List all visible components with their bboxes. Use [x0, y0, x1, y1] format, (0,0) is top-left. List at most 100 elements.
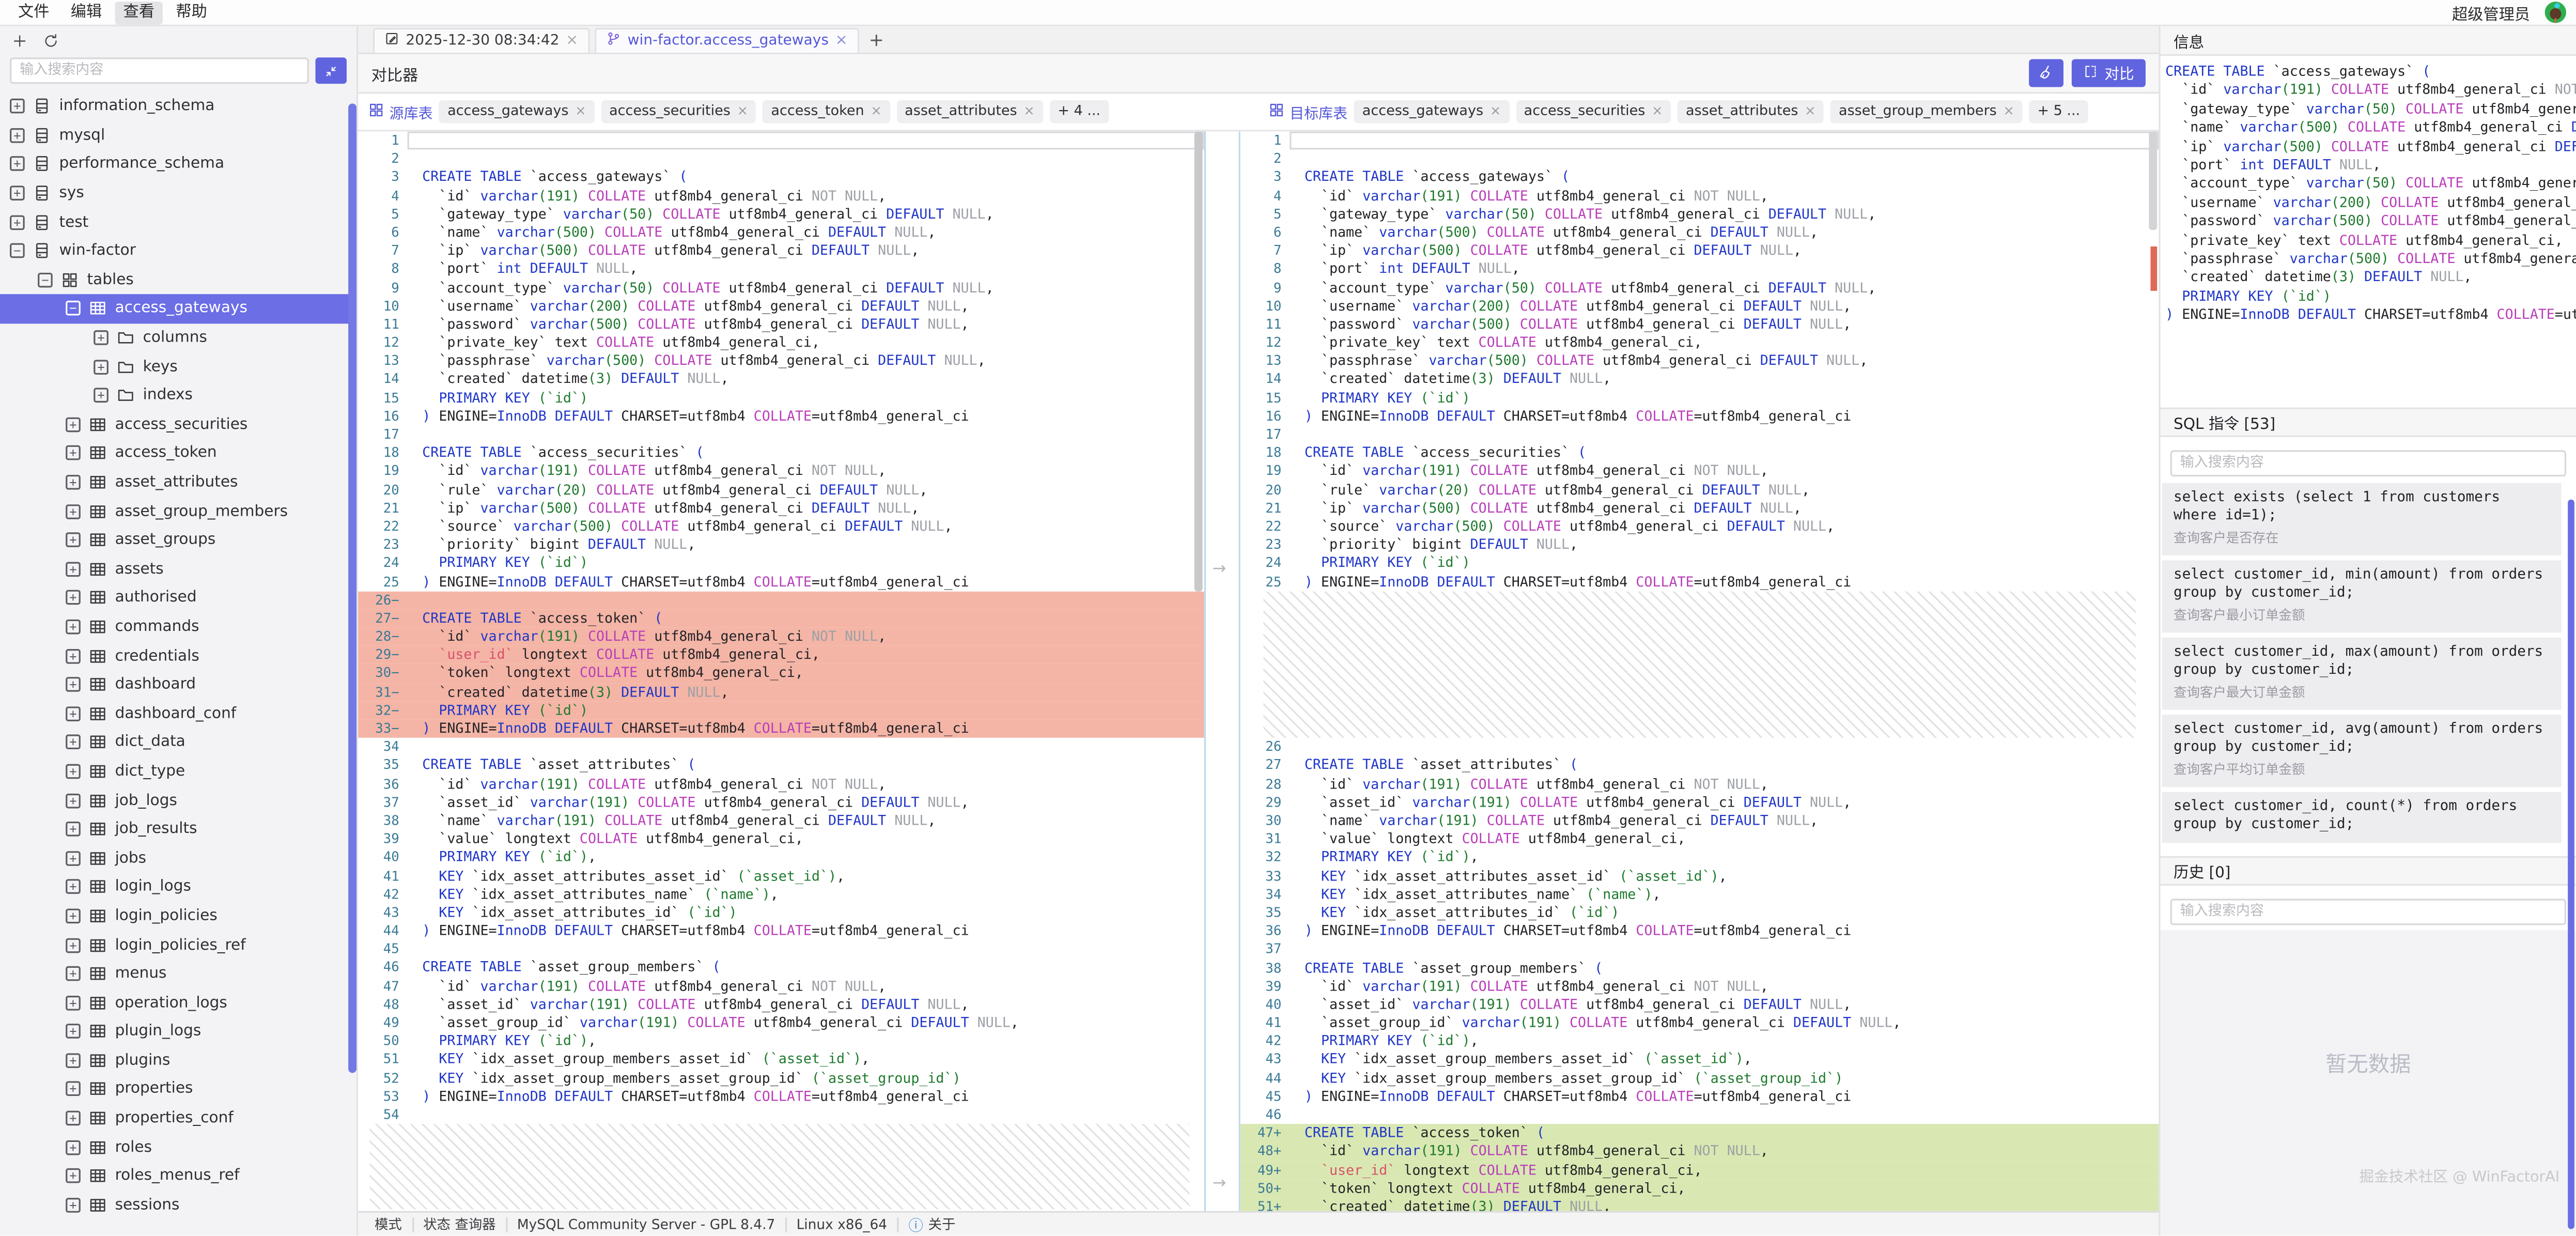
target-table-chip-asset_group_members[interactable]: asset_group_members×	[1830, 100, 2023, 123]
remove-chip-icon[interactable]: ×	[2003, 105, 2014, 118]
expand-node-icon[interactable]: +	[66, 879, 81, 894]
tree-item-plugins[interactable]: +plugins	[0, 1046, 356, 1075]
tab-2025-12-30 08:34:42[interactable]: 2025-12-30 08:34:42×	[373, 28, 590, 53]
tree-item-sessions[interactable]: +sessions	[0, 1191, 356, 1219]
tree-item-access_securities[interactable]: +access_securities	[0, 410, 356, 439]
remove-chip-icon[interactable]: ×	[871, 105, 881, 118]
tab-win-factor.access_gateways[interactable]: win-factor.access_gateways×	[595, 28, 859, 53]
tree-item-information_schema[interactable]: +information_schema	[0, 92, 356, 121]
close-tab-icon[interactable]: ×	[835, 34, 848, 49]
tree-item-operation_logs[interactable]: +operation_logs	[0, 988, 356, 1017]
expand-node-icon[interactable]: +	[10, 128, 25, 143]
add-connection-icon[interactable]	[11, 25, 28, 56]
remove-chip-icon[interactable]: ×	[1023, 105, 1034, 118]
tree-item-dict_data[interactable]: +dict_data	[0, 728, 356, 757]
tree-item-mysql[interactable]: +mysql	[0, 121, 356, 150]
tree-item-assets[interactable]: +assets	[0, 554, 356, 583]
expand-node-icon[interactable]: +	[66, 533, 81, 548]
tree-item-job_logs[interactable]: +job_logs	[0, 786, 356, 815]
expand-node-icon[interactable]: +	[66, 1140, 81, 1155]
expand-node-icon[interactable]: +	[66, 504, 81, 519]
apply-diff-arrow[interactable]: →	[1213, 562, 1227, 579]
expand-node-icon[interactable]: +	[66, 417, 81, 432]
remove-chip-icon[interactable]: ×	[1490, 105, 1501, 118]
expand-node-icon[interactable]: +	[66, 446, 81, 461]
sql-command-item[interactable]: select customer_id, min(amount) from ord…	[2162, 560, 2562, 632]
expand-node-icon[interactable]: +	[66, 1111, 81, 1126]
menu-file[interactable]: 文件	[10, 1, 57, 24]
collapse-node-icon[interactable]: −	[66, 301, 81, 316]
source-scrollbar[interactable]	[1194, 131, 1203, 591]
sidebar-scrollbar[interactable]	[348, 103, 356, 1073]
expand-node-icon[interactable]: +	[66, 648, 81, 663]
collapse-tree-button[interactable]	[316, 57, 347, 84]
expand-node-icon[interactable]: +	[10, 99, 25, 114]
expand-node-icon[interactable]: +	[66, 706, 81, 721]
source-more-tables-chip[interactable]: + 4 ...	[1049, 100, 1109, 123]
tree-item-performance_schema[interactable]: +performance_schema	[0, 150, 356, 179]
expand-node-icon[interactable]: +	[66, 764, 81, 779]
sql-command-item[interactable]: select customer_id, max(amount) from ord…	[2162, 638, 2562, 710]
expand-node-icon[interactable]: +	[66, 851, 81, 866]
target-editor[interactable]: 123CREATE TABLE `access_gateways` (4 `id…	[1240, 131, 2159, 1211]
tree-item-authorised[interactable]: +authorised	[0, 583, 356, 612]
source-table-chip-asset_attributes[interactable]: asset_attributes×	[896, 100, 1043, 123]
tree-item-dashboard[interactable]: +dashboard	[0, 670, 356, 699]
tree-item-menus[interactable]: +menus	[0, 959, 356, 988]
expand-node-icon[interactable]: +	[66, 966, 81, 981]
expand-node-icon[interactable]: +	[66, 475, 81, 490]
sql-command-item[interactable]: select customer_id, avg(amount) from ord…	[2162, 715, 2562, 787]
compare-button[interactable]: 对比	[2072, 59, 2146, 87]
expand-node-icon[interactable]: +	[66, 793, 81, 808]
expand-node-icon[interactable]: +	[66, 1082, 81, 1097]
target-scrollbar[interactable]	[2149, 131, 2157, 230]
remove-chip-icon[interactable]: ×	[1652, 105, 1663, 118]
source-table-chip-access_securities[interactable]: access_securities×	[601, 100, 756, 123]
target-table-chip-access_securities[interactable]: access_securities×	[1516, 100, 1671, 123]
history-search-input[interactable]	[2170, 899, 2566, 925]
expand-node-icon[interactable]: +	[94, 388, 108, 403]
expand-node-icon[interactable]: +	[66, 562, 81, 577]
collapse-node-icon[interactable]: −	[38, 272, 53, 287]
expand-node-icon[interactable]: +	[94, 359, 108, 374]
tree-item-asset_groups[interactable]: +asset_groups	[0, 526, 356, 554]
expand-node-icon[interactable]: +	[66, 1198, 81, 1213]
tree-item-credentials[interactable]: +credentials	[0, 641, 356, 670]
tree-item-login_policies_ref[interactable]: +login_policies_ref	[0, 931, 356, 960]
tree-item-indexs[interactable]: +indexs	[0, 381, 356, 410]
about-item[interactable]: ⓘ 关于	[898, 1213, 965, 1234]
expand-node-icon[interactable]: +	[66, 822, 81, 837]
expand-node-icon[interactable]: +	[94, 330, 108, 345]
expand-node-icon[interactable]: +	[66, 995, 81, 1010]
expand-node-icon[interactable]: +	[10, 215, 25, 230]
tree-item-login_policies[interactable]: +login_policies	[0, 902, 356, 931]
collapse-node-icon[interactable]: −	[10, 243, 25, 258]
expand-node-icon[interactable]: +	[66, 1169, 81, 1184]
tree-item-dict_type[interactable]: +dict_type	[0, 757, 356, 786]
tree-item-asset_group_members[interactable]: +asset_group_members	[0, 497, 356, 526]
refresh-icon[interactable]	[43, 25, 59, 56]
expand-node-icon[interactable]: +	[66, 1024, 81, 1039]
tree-item-properties_conf[interactable]: +properties_conf	[0, 1104, 356, 1133]
menu-edit[interactable]: 编辑	[63, 1, 110, 24]
sidebar-search-input[interactable]	[10, 57, 309, 84]
expand-node-icon[interactable]: +	[10, 186, 25, 201]
tree-item-login_logs[interactable]: +login_logs	[0, 873, 356, 902]
tree-item-win-factor[interactable]: −win-factor	[0, 237, 356, 266]
expand-node-icon[interactable]: +	[66, 937, 81, 952]
tree-item-columns[interactable]: +columns	[0, 323, 356, 352]
close-tab-icon[interactable]: ×	[566, 34, 578, 49]
expand-node-icon[interactable]: +	[66, 908, 81, 923]
target-more-tables-chip[interactable]: + 5 ...	[2029, 100, 2088, 123]
tree-item-tables[interactable]: −tables	[0, 266, 356, 295]
remove-chip-icon[interactable]: ×	[1805, 105, 1815, 118]
tree-item-commands[interactable]: +commands	[0, 612, 356, 641]
sql-search-input[interactable]	[2170, 450, 2566, 476]
source-table-chip-access_gateways[interactable]: access_gateways×	[439, 100, 594, 123]
source-table-chip-access_token[interactable]: access_token×	[763, 100, 890, 123]
apply-diff-arrow[interactable]: →	[1213, 1177, 1227, 1193]
tree-item-sys[interactable]: +sys	[0, 179, 356, 208]
expand-node-icon[interactable]: +	[66, 677, 81, 692]
tree-item-asset_attributes[interactable]: +asset_attributes	[0, 468, 356, 497]
tree-item-plugin_logs[interactable]: +plugin_logs	[0, 1017, 356, 1046]
